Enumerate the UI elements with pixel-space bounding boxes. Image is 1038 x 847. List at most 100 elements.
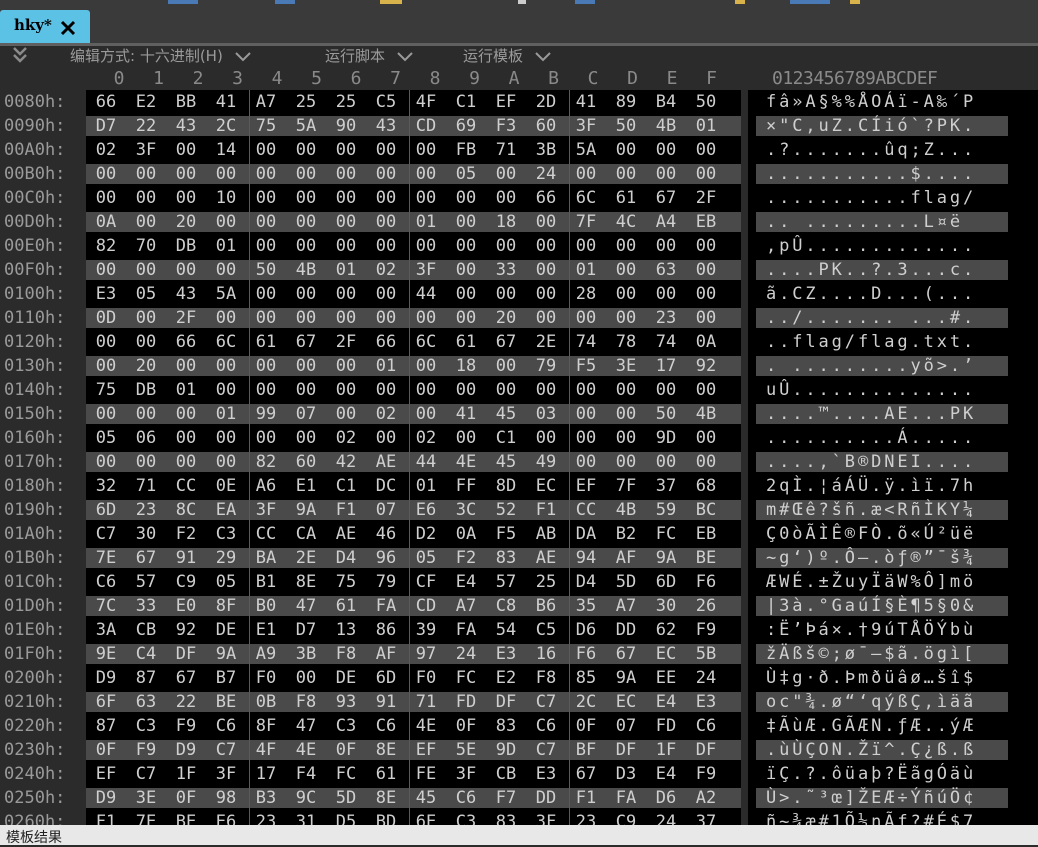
hex-byte[interactable]: 00 [333,402,359,426]
hex-byte[interactable]: FE [413,762,439,786]
hex-byte[interactable]: 00 [173,162,199,186]
hex-byte[interactable]: D4 [333,546,359,570]
hex-byte[interactable]: F1 [93,810,119,825]
hex-byte[interactable]: 22 [133,114,159,138]
hex-byte[interactable]: D6 [653,786,679,810]
hex-byte[interactable]: 00 [533,282,559,306]
ascii-row[interactable]: oc"¾.ø“‘qýßÇ,ìäã [766,690,976,714]
hex-byte[interactable]: F9 [693,762,719,786]
hex-byte[interactable]: 00 [293,210,319,234]
toolbar-icon-strip[interactable] [380,0,402,4]
hex-byte[interactable]: 6E [413,810,439,825]
hex-byte[interactable]: F6 [693,570,719,594]
hex-byte[interactable]: E0 [173,594,199,618]
hex-byte[interactable]: 00 [253,354,279,378]
hex-byte[interactable]: 9D [493,738,519,762]
hex-byte[interactable]: 00 [293,234,319,258]
hex-byte[interactable]: 3E [133,786,159,810]
hex-byte[interactable]: BF [573,738,599,762]
hex-byte[interactable]: E4 [453,570,479,594]
hex-byte[interactable]: C6 [533,714,559,738]
hex-byte[interactable]: C1 [453,90,479,114]
hex-row[interactable]: 0A 00 20 00 00 00 00 00 01 00 18 00 7F 4C A4 EB [86,210,741,234]
hex-byte[interactable]: 00 [613,258,639,282]
hex-byte[interactable]: 00 [253,282,279,306]
hex-row[interactable]: C6 57 C9 05 B1 8E 75 79 CF E4 57 25 D4 5D 6D F6 [86,570,741,594]
hex-byte[interactable]: 46 [373,522,399,546]
hex-byte[interactable]: 00 [93,162,119,186]
hex-byte[interactable]: EE [653,666,679,690]
hex-byte[interactable]: 00 [653,138,679,162]
edit-mode-dropdown[interactable]: 编辑方式: 十六进制(H) [70,46,252,66]
hex-byte[interactable]: 00 [453,186,479,210]
hex-byte[interactable]: C6 [93,570,119,594]
hex-byte[interactable]: 87 [93,714,119,738]
hex-byte[interactable]: 00 [493,378,519,402]
hex-row[interactable]: 00 00 00 01 99 07 00 02 00 41 45 03 00 00 50 4B [86,402,741,426]
hex-byte[interactable]: 00 [573,306,599,330]
hex-byte[interactable]: E2 [493,666,519,690]
hex-byte[interactable]: 44 [413,282,439,306]
hex-byte[interactable]: 0F [173,786,199,810]
hex-byte[interactable]: 00 [573,402,599,426]
hex-byte[interactable]: 0F [93,738,119,762]
hex-byte[interactable]: 3B [293,642,319,666]
hex-byte[interactable]: D4 [573,570,599,594]
hex-byte[interactable]: 01 [573,258,599,282]
hex-byte[interactable]: FC [653,522,679,546]
hex-row[interactable]: 3A CB 92 DE E1 D7 13 86 39 FA 54 C5 D6 DD 62 F9 [86,618,741,642]
hex-byte[interactable]: 00 [533,234,559,258]
hex-byte[interactable]: E4 [653,690,679,714]
hex-byte[interactable]: 00 [453,234,479,258]
hex-byte[interactable]: EC [613,690,639,714]
toolbar-icon-strip[interactable] [790,0,830,4]
hex-byte[interactable]: AE [333,522,359,546]
hex-byte[interactable]: 39 [413,618,439,642]
hex-byte[interactable]: EB [693,522,719,546]
hex-byte[interactable]: 50 [613,114,639,138]
hex-byte[interactable]: 20 [173,210,199,234]
hex-byte[interactable]: 50 [253,258,279,282]
hex-byte[interactable]: 01 [333,258,359,282]
hex-byte[interactable]: C1 [493,426,519,450]
hex-byte[interactable]: F1 [533,498,559,522]
hex-byte[interactable]: 5A [573,138,599,162]
hex-byte[interactable]: D3 [613,762,639,786]
hex-byte[interactable]: 00 [613,138,639,162]
hex-byte[interactable]: 00 [293,426,319,450]
hex-byte[interactable]: 45 [493,450,519,474]
hex-byte[interactable]: 3B [533,138,559,162]
hex-byte[interactable]: 6C [573,186,599,210]
close-icon[interactable] [58,18,78,38]
hex-byte[interactable]: 0D [93,306,119,330]
hex-byte[interactable]: 43 [173,114,199,138]
hex-byte[interactable]: C5 [533,618,559,642]
hex-byte[interactable]: 00 [413,162,439,186]
hex-byte[interactable]: EF [493,90,519,114]
hex-byte[interactable]: E3 [693,690,719,714]
hex-byte[interactable]: 00 [493,162,519,186]
hex-row[interactable]: F1 7E BE E6 23 31 D5 BD 6E C3 83 3F 23 C9 24 37 [86,810,741,825]
hex-byte[interactable]: 33 [133,594,159,618]
hex-byte[interactable]: 66 [93,90,119,114]
hex-byte[interactable]: C7 [133,762,159,786]
hex-byte[interactable]: 66 [373,330,399,354]
hex-byte[interactable]: AB [533,522,559,546]
hex-byte[interactable]: 00 [173,186,199,210]
hex-byte[interactable]: FB [453,138,479,162]
ascii-pane[interactable]: fâ»A§%%ÅOÁï-A‰´P ×"C,uZ.CÍió`?PK..?......… [748,90,1018,825]
hex-byte[interactable]: F8 [333,642,359,666]
hex-byte[interactable]: 4E [453,450,479,474]
hex-byte[interactable]: 00 [213,426,239,450]
hex-byte[interactable]: 0E [213,474,239,498]
hex-byte[interactable]: 6D [653,570,679,594]
hex-row[interactable]: 7C 33 E0 8F B0 47 61 FA CD A7 C8 B6 35 A7 30 26 [86,594,741,618]
hex-byte[interactable]: 00 [213,210,239,234]
hex-byte[interactable]: C4 [133,642,159,666]
hex-byte[interactable]: 00 [133,186,159,210]
hex-byte[interactable]: 06 [133,426,159,450]
hex-byte[interactable]: F5 [573,354,599,378]
hex-byte[interactable]: 00 [693,282,719,306]
hex-byte[interactable]: 00 [693,306,719,330]
hex-byte[interactable]: 01 [213,402,239,426]
